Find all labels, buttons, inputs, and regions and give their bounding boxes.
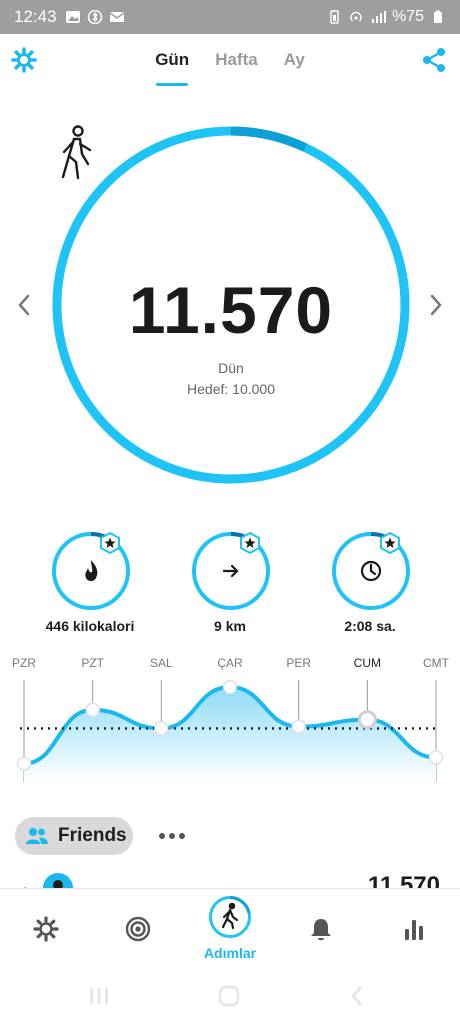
calories-ring [52, 531, 130, 610]
steps-area [24, 687, 436, 782]
goal-star-badge-icon [240, 531, 260, 555]
nav-steps-label: Adımlar [203, 945, 257, 961]
nav-statistics-bars-icon[interactable] [400, 915, 428, 943]
distance-stat[interactable]: 9 km [160, 530, 300, 640]
people-icon [26, 828, 48, 844]
friends-label: Friends [58, 825, 127, 846]
calories-label: 446 kilokalori [45, 618, 135, 634]
goal-star-badge-icon [380, 531, 400, 555]
next-day-arrow-icon[interactable] [426, 290, 446, 320]
friends-button[interactable]: Friends [15, 817, 133, 855]
duration-stat[interactable]: 2:08 sa. [300, 530, 440, 640]
chart-point-CUM [357, 710, 377, 730]
back-icon[interactable] [346, 984, 370, 1008]
nav-steps[interactable]: Adımlar [203, 895, 257, 967]
distance-ring [192, 531, 270, 610]
chart-point-PZR [16, 756, 32, 771]
system-nav-bar [0, 970, 460, 1024]
distance-label: 9 km [214, 618, 246, 634]
battery-icon [434, 10, 442, 23]
goal-label: Hedef: 10.000 [187, 381, 275, 397]
week-chart: PZR PZT SAL ÇAR PER CUM CMT [0, 650, 460, 790]
gallery-icon [65, 11, 80, 23]
goal-star-badge-icon [100, 531, 120, 555]
signal-icon [371, 11, 386, 23]
chart-point-PZT [85, 702, 100, 718]
status-time: 12:43 [14, 7, 57, 26]
bluetooth-icon [87, 10, 102, 24]
chart-point-SAL [154, 721, 169, 736]
share-icon[interactable] [420, 46, 448, 74]
nav-settings-gear-icon[interactable] [32, 915, 60, 943]
day-label: Dün [218, 360, 244, 376]
hotspot-icon [350, 11, 362, 22]
tab-week[interactable]: Hafta [202, 50, 271, 86]
steps-progress-ring: 11.570 Dün Hedef: 10.000 [50, 124, 412, 486]
flame-icon [85, 560, 98, 581]
status-bar: 12:43 %75 [0, 0, 460, 34]
mail-icon [109, 12, 124, 22]
previous-day-arrow-icon[interactable] [14, 290, 34, 320]
chart-point-PER [291, 719, 306, 734]
walking-person-icon [61, 125, 92, 180]
nav-steps-walking-icon [209, 896, 251, 938]
bottom-nav: Adımlar [0, 888, 460, 970]
clock-icon [360, 560, 382, 582]
battery-saver-icon [330, 10, 339, 24]
chart-point-CMT [428, 750, 444, 765]
recent-apps-icon[interactable] [87, 984, 111, 1008]
tab-day[interactable]: Gün [142, 50, 202, 86]
duration-label: 2:08 sa. [344, 618, 396, 634]
steps-count: 11.570 [128, 273, 334, 347]
friend-list-item[interactable]: 11.570 [0, 866, 460, 890]
nav-goals-target-icon[interactable] [124, 915, 152, 943]
period-tabs: Gün Hafta Ay [0, 50, 460, 86]
battery-percent: %75 [391, 8, 424, 25]
header: Gün Hafta Ay [0, 34, 460, 90]
home-icon[interactable] [217, 984, 241, 1008]
tab-month[interactable]: Ay [271, 50, 318, 86]
more-options-icon[interactable] [156, 824, 190, 848]
duration-ring [332, 531, 410, 610]
calories-stat[interactable]: 446 kilokalori [20, 530, 160, 640]
chart-point-ÇAR [222, 679, 238, 695]
arrow-right-icon [222, 564, 239, 578]
nav-notifications-bell-icon[interactable] [307, 915, 335, 943]
